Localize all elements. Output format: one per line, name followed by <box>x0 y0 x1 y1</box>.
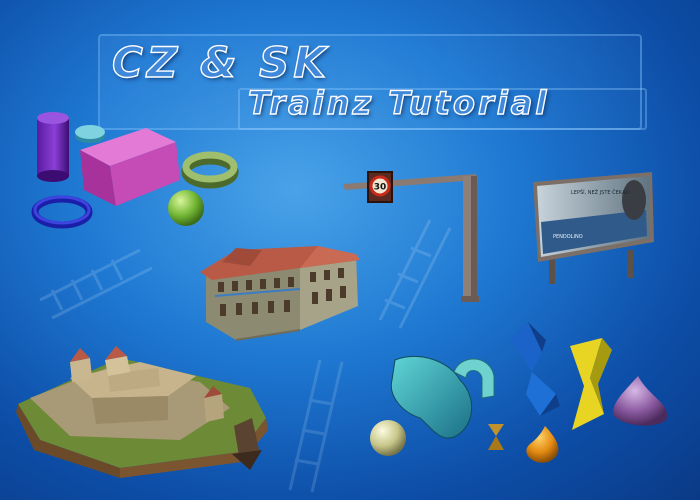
purple-cylinder <box>37 112 69 182</box>
speed-sign-value: 30 <box>374 183 387 193</box>
castle-model <box>16 346 268 478</box>
cream-sphere <box>370 420 406 456</box>
rail-track-1 <box>39 248 153 320</box>
orange-drop <box>526 426 559 463</box>
green-torus <box>181 151 239 189</box>
billboard-brand: PENDOLINO <box>553 234 583 240</box>
green-sphere <box>168 190 204 226</box>
rail-track-2 <box>378 219 452 329</box>
purple-cone <box>613 376 668 426</box>
organic-shapes <box>370 322 668 463</box>
speed-gantry: 30 <box>343 171 479 302</box>
scene-illustration: 30 LEPŠÍ, NEŽ JSTE ČEKALI PENDOLINO <box>16 112 668 493</box>
rail-track-3 <box>288 359 344 493</box>
yellow-twist <box>570 338 612 430</box>
blue-hourglass <box>510 322 560 416</box>
small-hourglass <box>488 424 504 450</box>
primitive-shapes <box>31 112 239 229</box>
billboard: LEPŠÍ, NEŽ JSTE ČEKALI PENDOLINO <box>533 172 654 284</box>
billboard-headline: LEPŠÍ, NEŽ JSTE ČEKALI <box>571 188 630 196</box>
station-building <box>200 246 360 341</box>
teal-disc <box>75 125 105 143</box>
blue-ring <box>31 195 93 229</box>
banner-subtitle: Trainz Tutorial <box>247 83 550 122</box>
tutorial-cover: 30 LEPŠÍ, NEŽ JSTE ČEKALI PENDOLINO CZ &… <box>0 0 700 500</box>
banner-title: CZ & SK <box>111 37 330 87</box>
